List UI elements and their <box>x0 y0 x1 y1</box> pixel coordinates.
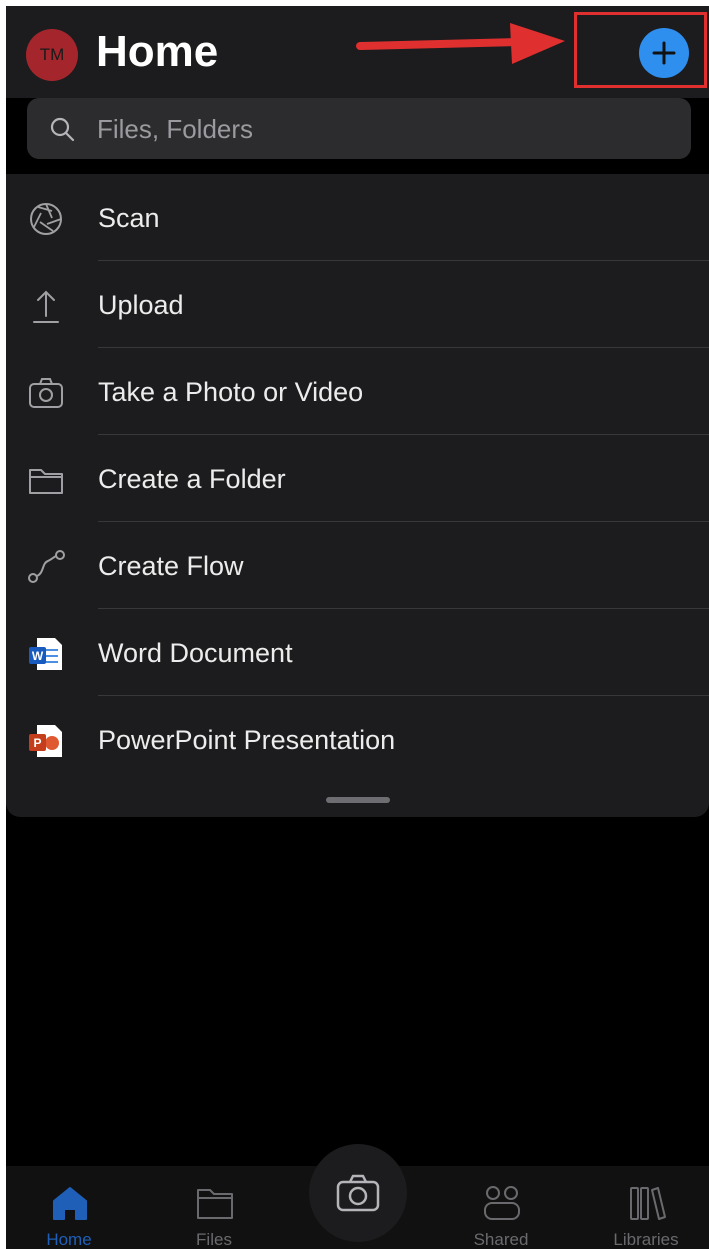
powerpoint-icon: P <box>29 725 62 757</box>
menu-item-label: PowerPoint Presentation <box>98 725 396 755</box>
menu-item-take-photo[interactable]: Take a Photo or Video <box>6 348 709 435</box>
word-document-icon: W <box>29 638 62 670</box>
menu-item-label: Create Flow <box>98 551 244 581</box>
camera-icon <box>336 1174 380 1212</box>
tab-shared[interactable]: Shared <box>446 1166 556 1249</box>
shared-people-icon <box>484 1186 520 1220</box>
menu-item-powerpoint-presentation[interactable]: P PowerPoint Presentation <box>6 696 709 783</box>
menu-item-label: Create a Folder <box>98 464 286 494</box>
folder-icon <box>197 1189 233 1219</box>
tab-label: Shared <box>473 1230 529 1249</box>
upload-icon <box>33 290 59 323</box>
camera-icon <box>29 378 63 408</box>
tab-libraries[interactable]: Libraries <box>591 1166 701 1249</box>
tab-home[interactable]: Home <box>14 1166 124 1249</box>
menu-item-upload[interactable]: Upload <box>6 261 709 348</box>
svg-text:W: W <box>32 649 44 663</box>
plus-icon <box>652 41 676 65</box>
search-input[interactable]: Files, Folders <box>27 98 691 159</box>
menu-item-label: Scan <box>98 203 160 233</box>
tab-label: Home <box>46 1230 92 1249</box>
header: TM Home <box>6 6 709 98</box>
libraries-icon <box>630 1187 666 1220</box>
scan-aperture-icon <box>30 203 62 235</box>
menu-item-scan[interactable]: Scan <box>6 174 709 261</box>
annotation-arrow-icon <box>356 23 565 64</box>
sheet-drag-handle[interactable] <box>326 797 390 803</box>
create-menu-sheet: Scan Upload Take a Photo or Video Create… <box>6 174 709 817</box>
camera-button[interactable] <box>309 1144 407 1242</box>
menu-item-word-document[interactable]: W Word Document <box>6 609 709 696</box>
tab-label: Libraries <box>613 1230 679 1249</box>
menu-item-label: Upload <box>98 290 184 320</box>
menu-item-create-folder[interactable]: Create a Folder <box>6 435 709 522</box>
svg-text:P: P <box>33 736 41 750</box>
page-title: Home <box>96 27 219 76</box>
menu-item-label: Take a Photo or Video <box>98 377 364 407</box>
menu-item-label: Word Document <box>98 638 293 668</box>
folder-icon <box>29 469 63 494</box>
add-button[interactable] <box>639 28 689 78</box>
home-icon <box>53 1187 87 1220</box>
tab-files[interactable]: Files <box>159 1166 269 1249</box>
app-screen: TM Home Files, Folders Scan Upload Take … <box>6 6 709 1249</box>
menu-item-create-flow[interactable]: Create Flow <box>6 522 709 609</box>
flow-icon <box>28 550 65 583</box>
avatar[interactable]: TM <box>26 29 78 81</box>
search-icon <box>50 117 75 142</box>
tab-label: Files <box>196 1230 232 1249</box>
search-placeholder: Files, Folders <box>97 114 254 144</box>
